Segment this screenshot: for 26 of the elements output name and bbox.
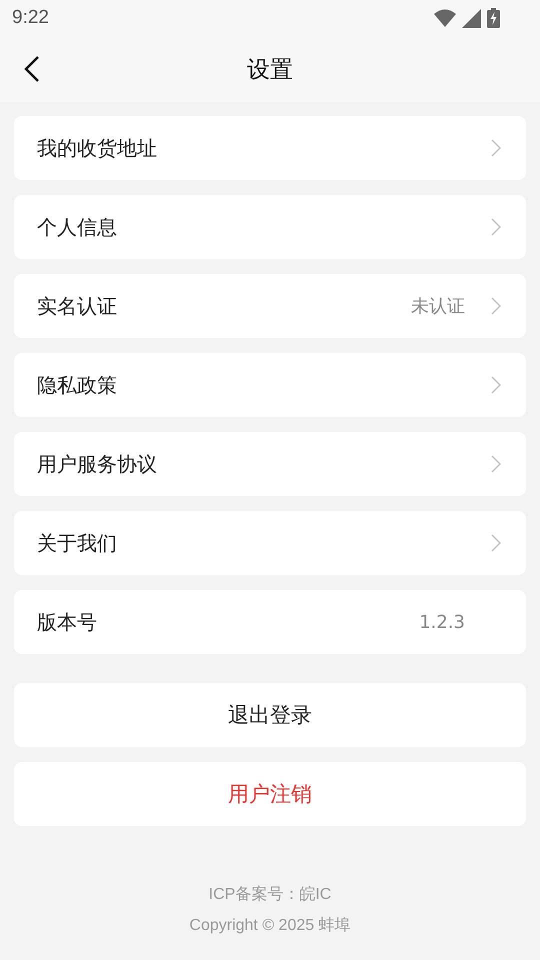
row-label: 我的收货地址 [37, 134, 158, 162]
action-button[interactable]: 退出登录 [14, 683, 526, 747]
row-label: 隐私政策 [37, 372, 118, 398]
page-title: 设置 [247, 56, 293, 84]
row-label: 实名认证 [37, 292, 118, 320]
settings-row[interactable]: 版本号 1.2.3 [14, 590, 526, 654]
signal-icon [462, 8, 481, 28]
battery-icon [487, 8, 500, 28]
row-label: 关于我们 [37, 530, 118, 556]
row-label: 用户服务协议 [37, 450, 158, 478]
row-value: 1.2.3 [419, 612, 465, 632]
status-time: 9:22 [12, 7, 49, 29]
settings-row[interactable]: 隐私政策 [14, 353, 526, 417]
row-label: 个人信息 [37, 214, 118, 240]
settings-row[interactable]: 我的收货地址 [14, 116, 526, 180]
back-icon[interactable] [24, 55, 40, 83]
action-button[interactable]: 用户注销 [14, 762, 526, 826]
settings-row[interactable]: 用户服务协议 [14, 432, 526, 496]
row-label: 版本号 [37, 608, 98, 636]
wifi-icon [434, 9, 456, 27]
settings-row[interactable]: 关于我们 [14, 511, 526, 575]
footer-text: ICP备案号：皖IC [208, 884, 332, 905]
settings-row[interactable]: 个人信息 [14, 195, 526, 259]
footer-text: Copyright © 2025 蚌埠 [189, 916, 351, 936]
row-value: 未认证 [411, 295, 465, 318]
settings-row[interactable]: 实名认证 未认证 [14, 274, 526, 338]
